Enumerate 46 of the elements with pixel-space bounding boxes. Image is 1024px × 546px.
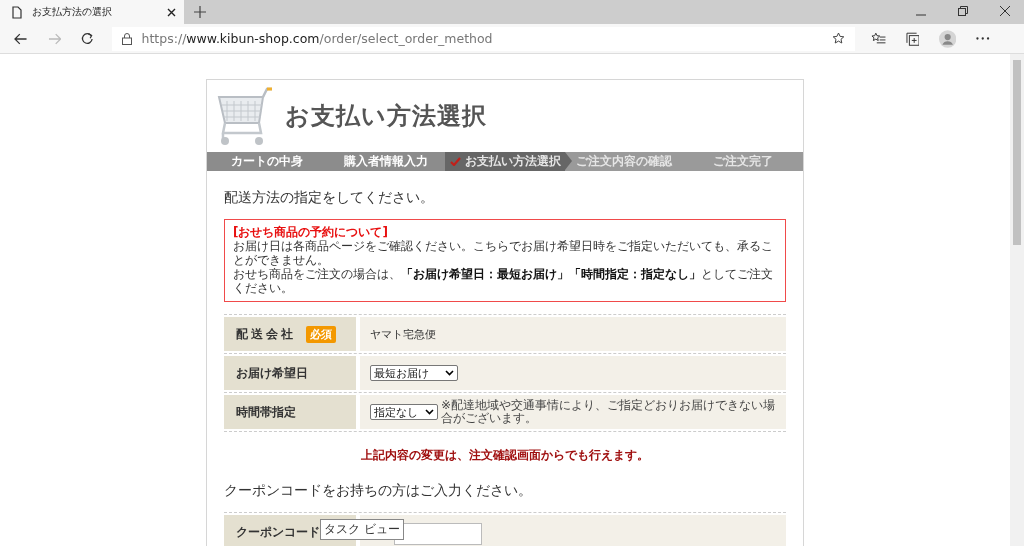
star-icon[interactable] (832, 32, 846, 45)
section-heading: クーポンコードをお持ちの方はご入力ください。 (224, 482, 533, 500)
page-icon (12, 5, 22, 19)
section-heading: 配送方法の指定をしてください。 (224, 189, 435, 207)
field-label: クーポンコード (236, 523, 320, 541)
field-label: お届け希望日 (236, 364, 308, 382)
shopping-cart-icon (217, 87, 273, 147)
more-icon[interactable] (976, 37, 990, 40)
back-icon[interactable] (14, 32, 28, 45)
notice-text: お届け日は各商品ページをご確認ください。こちらでお届け希望日時をご指定いただいても、承ることができません。 (233, 239, 774, 267)
refresh-icon[interactable] (81, 32, 94, 45)
dropdown[interactable]: 最短お届け (370, 365, 458, 381)
step-label: 購入者情報入力 (343, 154, 428, 169)
scrollbar-thumb[interactable] (1013, 60, 1021, 245)
scrollbar[interactable] (1010, 54, 1024, 546)
close-icon[interactable] (167, 7, 176, 17)
notice-title: [おせち商品の予約について] (233, 225, 389, 239)
browser-tab[interactable]: お支払方法の選択 (0, 0, 184, 24)
collections-icon[interactable] (905, 31, 920, 46)
restore-icon[interactable] (958, 6, 968, 16)
lock-icon (121, 32, 132, 45)
page-title: お支払い方法選択 (285, 101, 487, 132)
check-icon (449, 157, 461, 166)
dropdown[interactable]: 指定なし (370, 404, 438, 420)
favorites-icon[interactable] (871, 32, 886, 45)
close-icon[interactable] (1000, 6, 1010, 16)
field-note: ※配達地域や交通事情により、ご指定どおりお届けできない場合がございます。 (441, 399, 777, 425)
chevron-down-icon (425, 409, 434, 415)
change-note: 上記内容の変更は、注文確認画面からでも行えます。 (360, 447, 650, 464)
step-label: カートの中身 (230, 154, 303, 169)
tooltip: タスク ビュー (320, 519, 404, 540)
tab-title: お支払方法の選択 (32, 5, 113, 19)
required-badge: 必須 (306, 325, 336, 343)
address-bar[interactable]: https://www.kibun-shop.com/order/select_order_method (111, 26, 856, 51)
chevron-down-icon (445, 370, 454, 376)
field-label: 時間帯指定 (236, 403, 296, 421)
new-tab-icon[interactable] (194, 6, 206, 18)
step-label: ご注文完了 (713, 154, 774, 169)
step-label: ご注文内容の確認 (576, 154, 673, 169)
notice-text: おせち商品をご注文の場合は、「お届け希望日：最短お届け」「時間指定：指定なし」としてご注文ください。 (233, 267, 774, 295)
field-label: 配送会社 (236, 325, 296, 343)
url-text: https://www.kibun-shop.com/order/select_order_method (141, 31, 493, 46)
step-label: お支払い方法選択 (464, 154, 561, 169)
avatar-icon[interactable] (939, 29, 957, 48)
field-value: ヤマト宅急便 (370, 326, 436, 342)
coupon-input[interactable] (394, 523, 482, 545)
